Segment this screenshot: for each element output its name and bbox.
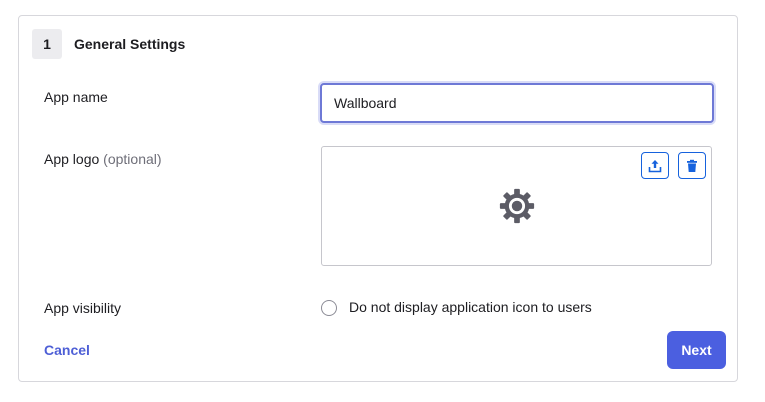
section-title: General Settings bbox=[74, 36, 186, 52]
hide-app-icon-label[interactable]: Do not display application icon to users bbox=[349, 299, 592, 315]
cancel-button[interactable]: Cancel bbox=[44, 342, 90, 358]
app-logo-label-text: App logo bbox=[44, 151, 100, 167]
next-button[interactable]: Next bbox=[667, 331, 726, 369]
trash-icon bbox=[687, 159, 697, 172]
general-settings-card: 1 General Settings App name App logo (op… bbox=[18, 15, 738, 382]
app-visibility-label: App visibility bbox=[44, 300, 122, 316]
gear-icon bbox=[499, 188, 535, 224]
app-logo-dropzone[interactable] bbox=[321, 146, 712, 266]
delete-logo-button[interactable] bbox=[678, 152, 706, 179]
step-number-badge: 1 bbox=[32, 29, 62, 59]
optional-hint: (optional) bbox=[103, 151, 162, 167]
app-logo-label: App logo (optional) bbox=[44, 151, 162, 167]
app-name-label: App name bbox=[44, 89, 108, 105]
app-name-input[interactable] bbox=[320, 83, 714, 123]
upload-icon bbox=[648, 159, 662, 172]
hide-app-icon-checkbox[interactable] bbox=[321, 300, 337, 316]
upload-logo-button[interactable] bbox=[641, 152, 669, 179]
